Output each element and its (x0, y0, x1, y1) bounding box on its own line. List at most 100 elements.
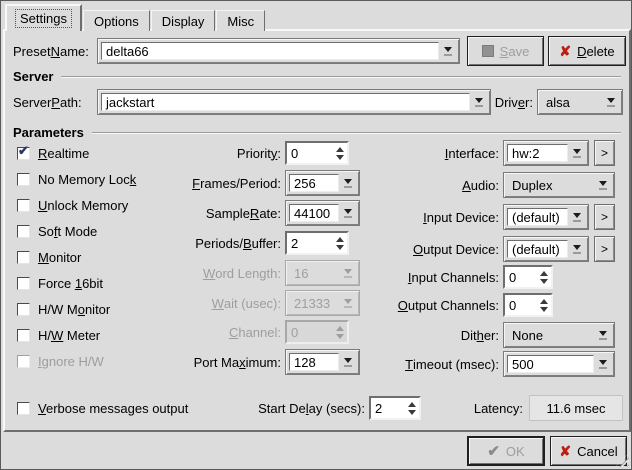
interface-label: Interface: (341, 140, 499, 166)
checkbox-monitor[interactable]: Monitor (17, 248, 81, 266)
checkmark-icon: ✔ (18, 144, 29, 157)
spin-down-button[interactable] (540, 279, 548, 284)
group-divider (92, 132, 621, 134)
dropdown-button[interactable] (594, 176, 611, 194)
interface-more-button[interactable]: > (594, 140, 615, 166)
wait-usec-label: Wait (usec): (141, 290, 281, 316)
checkbox-box (17, 199, 30, 212)
checkbox-box (17, 402, 30, 415)
start-delay-label: Start Delay (secs): (221, 395, 365, 421)
ok-button[interactable]: ✔ OK (467, 436, 545, 466)
ok-button-label: OK (506, 444, 525, 459)
save-button-label: Save (500, 44, 530, 59)
preset-name-combo[interactable]: delta66 (97, 38, 460, 64)
dither-label: Dither: (341, 322, 499, 348)
arrow-up-icon (540, 271, 548, 276)
dropdown-button[interactable] (568, 208, 585, 226)
delete-icon: ✘ (559, 44, 571, 58)
output-channels-label: Output Channels: (341, 292, 499, 318)
checkbox-ignore-hw[interactable]: Ignore H/W (17, 352, 104, 370)
output-device-combo[interactable]: (default) (503, 236, 589, 262)
latency-value: 11.6 msec (529, 395, 623, 421)
chevron-down-icon (599, 331, 607, 340)
checkbox-box (17, 355, 30, 368)
dropdown-button[interactable] (594, 355, 611, 373)
checkbox-verbose-messages[interactable]: Verbose messages output (17, 399, 188, 417)
word-length-label: Word Length: (141, 260, 281, 286)
output-channels-spinbox[interactable]: 0 (503, 293, 553, 317)
driver-dropdown-button[interactable] (602, 93, 619, 111)
input-device-more-button[interactable]: > (594, 204, 615, 230)
dropdown-button[interactable] (568, 144, 585, 162)
checkbox-box (17, 251, 30, 264)
parameters-group: Parameters (13, 125, 621, 140)
checkbox-box (17, 277, 30, 290)
server-path-value[interactable]: jackstart (101, 93, 470, 111)
cancel-button-label: Cancel (577, 444, 617, 459)
start-delay-spinbox[interactable]: 2 (369, 396, 421, 420)
channel-spinbox[interactable]: 0 (285, 320, 349, 344)
cancel-button[interactable]: ✘ Cancel (550, 436, 627, 466)
delete-button-label: Delete (577, 44, 615, 59)
checkbox-box (17, 173, 30, 186)
arrow-up-icon (540, 299, 548, 304)
chevron-down-icon (573, 149, 581, 158)
spin-down-button[interactable] (408, 410, 416, 415)
arrow-down-icon (540, 279, 548, 284)
checkbox-box (17, 303, 30, 316)
chevron-down-icon (444, 47, 452, 56)
delete-button[interactable]: ✘ Delete (548, 36, 626, 66)
checkbox-hw-monitor[interactable]: H/W Monitor (17, 300, 110, 318)
server-path-dropdown-button[interactable] (470, 93, 487, 111)
server-path-combo[interactable]: jackstart (97, 89, 491, 115)
interface-combo[interactable]: hw:2 (503, 140, 589, 166)
audio-label: Audio: (341, 172, 499, 198)
spin-up-button[interactable] (408, 402, 416, 407)
input-channels-spinbox[interactable]: 0 (503, 265, 553, 289)
checkbox-unlock-memory[interactable]: Unlock Memory (17, 196, 128, 214)
audio-combo[interactable]: Duplex (503, 172, 615, 198)
checkbox-hw-meter[interactable]: H/W Meter (17, 326, 100, 344)
checkbox-box (17, 225, 30, 238)
timeout-label: Timeout (msec): (341, 351, 499, 377)
periods-buffer-label: Periods/Buffer: (141, 230, 281, 256)
port-maximum-label: Port Maximum: (141, 349, 281, 375)
dropdown-button[interactable] (568, 240, 585, 258)
tab-options[interactable]: Options (83, 10, 150, 31)
server-group-label: Server (13, 69, 53, 84)
spin-up-button[interactable] (540, 271, 548, 276)
chevron-down-icon (573, 245, 581, 254)
tab-display[interactable]: Display (151, 10, 216, 31)
timeout-combo[interactable]: 500 (503, 351, 615, 377)
chevron-down-icon (475, 98, 483, 107)
chevron-down-icon (607, 98, 615, 107)
driver-label: Driver: (489, 89, 533, 115)
save-icon (482, 45, 494, 57)
tab-settings[interactable]: Settings (5, 4, 82, 31)
dither-combo[interactable]: None (503, 322, 615, 348)
priority-spinbox[interactable]: 0 (285, 141, 349, 165)
server-path-label: Server Path: (13, 89, 82, 115)
tab-bar: Settings Options Display Misc (5, 4, 266, 31)
save-button[interactable]: Save (467, 36, 544, 66)
settings-dialog: Settings Options Display Misc Preset Nam… (0, 0, 632, 470)
preset-name-value[interactable]: delta66 (101, 42, 439, 60)
preset-name-dropdown-button[interactable] (439, 42, 456, 60)
checkbox-no-memory-lock[interactable]: No Memory Lock (17, 170, 136, 188)
spin-down-button[interactable] (540, 307, 548, 312)
checkbox-realtime[interactable]: ✔ Realtime (17, 144, 89, 162)
spin-up-button[interactable] (540, 299, 548, 304)
driver-combo[interactable]: alsa (537, 89, 623, 115)
tab-misc[interactable]: Misc (216, 10, 265, 31)
checkbox-soft-mode[interactable]: Soft Mode (17, 222, 97, 240)
chevron-down-icon (573, 213, 581, 222)
checkbox-force-16bit[interactable]: Force 16bit (17, 274, 103, 292)
input-device-label: Input Device: (341, 204, 499, 230)
dropdown-button[interactable] (594, 326, 611, 344)
output-device-label: Output Device: (341, 236, 499, 262)
arrow-up-icon (408, 402, 416, 407)
input-device-combo[interactable]: (default) (503, 204, 589, 230)
periods-buffer-spinbox[interactable]: 2 (285, 231, 349, 255)
output-device-more-button[interactable]: > (594, 236, 615, 262)
latency-label: Latency: (431, 395, 523, 421)
